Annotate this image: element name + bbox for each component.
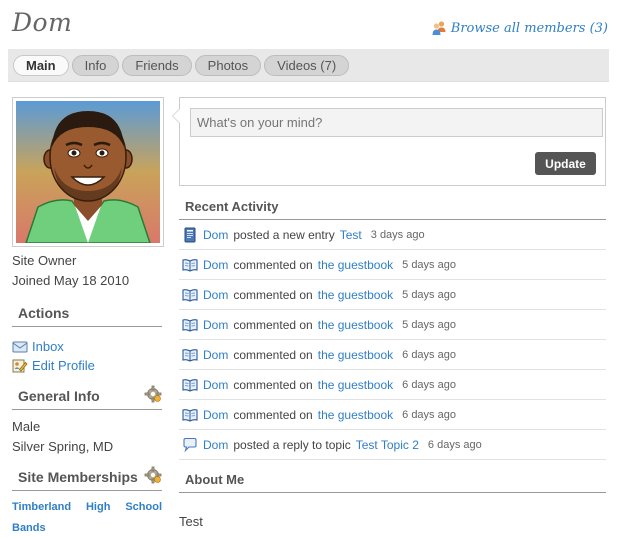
status-input[interactable] xyxy=(190,108,603,137)
activity-user-link[interactable]: Dom xyxy=(203,258,228,272)
activity-verb: commented on xyxy=(233,347,313,362)
profile-location: Silver Spring, MD xyxy=(12,439,114,454)
gear-icon[interactable] xyxy=(144,385,162,403)
book-icon xyxy=(182,347,200,363)
activity-verb: commented on xyxy=(233,257,313,272)
activity-verb: posted a new entry xyxy=(233,227,335,242)
tab-info[interactable]: Info xyxy=(71,55,120,76)
tab-friends[interactable]: Friends xyxy=(122,55,192,76)
update-button[interactable]: Update xyxy=(535,152,596,175)
activity-user-link[interactable]: Dom xyxy=(203,318,228,332)
edit-profile-label: Edit Profile xyxy=(32,358,95,373)
left-column: Site Owner Joined May 18 2010 Actions In… xyxy=(12,97,164,537)
about-me-text: Test xyxy=(179,514,203,529)
activity-timestamp: 5 days ago xyxy=(402,288,456,301)
activity-item: Dom commented on the guestbook 5 days ago xyxy=(179,250,606,280)
activity-timestamp: 6 days ago xyxy=(402,408,456,421)
main-column: Update Recent Activity Dom posted a new e… xyxy=(172,97,606,529)
activity-user-link[interactable]: Dom xyxy=(203,378,228,392)
activity-target-link[interactable]: Test xyxy=(340,228,362,242)
inbox-icon xyxy=(12,341,28,352)
activity-target-link[interactable]: the guestbook xyxy=(318,258,393,272)
activity-item: Dom commented on the guestbook 6 days ago xyxy=(179,340,606,370)
activity-timestamp: 6 days ago xyxy=(402,378,456,391)
activity-item: Dom commented on the guestbook 5 days ago xyxy=(179,310,606,340)
general-info-title: General Info xyxy=(18,388,100,404)
avatar[interactable] xyxy=(12,97,164,247)
book-icon xyxy=(182,317,200,333)
activity-item: Dom posted a reply to topic Test Topic 2 6 … xyxy=(179,430,606,460)
activity-target-link[interactable]: the guestbook xyxy=(318,318,393,332)
activity-verb: posted a reply to topic xyxy=(233,437,351,452)
activity-timestamp: 6 days ago xyxy=(427,438,482,451)
inbox-link[interactable]: Inbox xyxy=(12,337,162,356)
profile-joined-date: Joined May 18 2010 xyxy=(12,273,130,288)
activity-target-link[interactable]: the guestbook xyxy=(318,408,393,422)
profile-gender: Male xyxy=(12,419,41,434)
edit-profile-link[interactable]: Edit Profile xyxy=(12,356,162,375)
recent-activity-heading: Recent Activity xyxy=(179,199,606,220)
book-icon xyxy=(182,287,200,303)
profile-header: Dom Browse all members (3) xyxy=(12,8,608,44)
browse-members-label: Browse all members (3) xyxy=(450,20,608,36)
activity-user-link[interactable]: Dom xyxy=(203,228,228,242)
about-me-heading: About Me xyxy=(179,472,606,493)
blog-entry-icon xyxy=(182,227,200,243)
activity-user-link[interactable]: Dom xyxy=(203,348,228,362)
activity-verb: commented on xyxy=(233,317,313,332)
activity-verb: commented on xyxy=(233,407,313,422)
profile-role: Site Owner xyxy=(12,253,77,268)
gear-icon[interactable] xyxy=(144,466,162,484)
activity-target-link[interactable]: the guestbook xyxy=(318,348,393,362)
site-memberships-title: Site Memberships xyxy=(18,469,138,485)
activity-item: Dom commented on the guestbook 6 days ago xyxy=(179,370,606,400)
activity-item: Dom commented on the guestbook 5 days ago xyxy=(179,280,606,310)
activity-verb: commented on xyxy=(233,377,313,392)
status-update-box: Update xyxy=(172,97,606,186)
book-icon xyxy=(182,257,200,273)
activity-list: Dom posted a new entry Test 3 days ago Dom co… xyxy=(179,220,606,460)
activity-user-link[interactable]: Dom xyxy=(203,288,228,302)
site-memberships-heading: Site Memberships xyxy=(12,466,162,491)
activity-user-link[interactable]: Dom xyxy=(203,408,228,422)
activity-timestamp: 5 days ago xyxy=(402,318,456,331)
tab-videos[interactable]: Videos (7) xyxy=(264,55,350,76)
speech-bubble-icon xyxy=(182,437,200,453)
inbox-label: Inbox xyxy=(32,339,64,354)
profile-tabs: Main Info Friends Photos Videos (7) xyxy=(8,49,609,82)
avatar-image xyxy=(16,101,160,243)
activity-item: Dom commented on the guestbook 6 days ago xyxy=(179,400,606,430)
activity-item: Dom posted a new entry Test 3 days ago xyxy=(179,220,606,250)
edit-profile-icon xyxy=(12,359,28,372)
activity-target-link[interactable]: Test Topic 2 xyxy=(356,438,419,452)
book-icon xyxy=(182,407,200,423)
activity-timestamp: 5 days ago xyxy=(402,258,456,271)
members-icon xyxy=(432,21,446,35)
activity-target-link[interactable]: the guestbook xyxy=(318,288,393,302)
activity-user-link[interactable]: Dom xyxy=(203,438,228,452)
browse-members-link[interactable]: Browse all members (3) xyxy=(431,20,608,36)
activity-timestamp: 6 days ago xyxy=(402,348,456,361)
tab-main[interactable]: Main xyxy=(13,55,69,76)
book-icon xyxy=(182,377,200,393)
tab-photos[interactable]: Photos xyxy=(194,55,262,76)
activity-verb: commented on xyxy=(233,287,313,302)
activity-timestamp: 3 days ago xyxy=(370,228,425,241)
activity-target-link[interactable]: the guestbook xyxy=(318,378,393,392)
actions-heading: Actions xyxy=(12,305,162,327)
general-info-heading: General Info xyxy=(12,385,162,410)
membership-link[interactable]: Timberland High School Bands xyxy=(12,497,162,537)
